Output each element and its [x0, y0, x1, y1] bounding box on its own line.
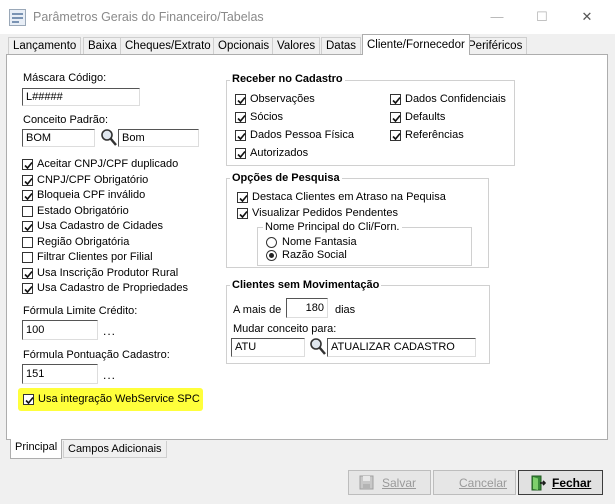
mudar-conceito-label: Mudar conceito para:	[233, 323, 337, 335]
fechar-label: Fechar	[552, 476, 592, 490]
formula-pontuacao-label: Fórmula Pontuação Cadastro:	[23, 349, 170, 361]
mudar-conceito-code-input[interactable]: ATU	[231, 338, 305, 357]
receber-option-a1-checkbox[interactable]	[235, 112, 246, 123]
formula-pontuacao-ellipsis-button[interactable]: ...	[103, 368, 116, 382]
left-option-0-checkbox[interactable]	[22, 159, 33, 170]
receber-option-b2-checkbox[interactable]	[390, 130, 401, 141]
pesquisa-group-title: Opções de Pesquisa	[230, 172, 342, 184]
left-option-5-checkbox[interactable]	[22, 236, 33, 248]
left-option-7-checkbox[interactable]	[22, 267, 33, 279]
nome-principal-title: Nome Principal do Cli/Forn.	[263, 221, 402, 233]
receber-option-a0-checkbox[interactable]	[235, 94, 246, 105]
cancelar-button[interactable]: Cancelar	[433, 470, 516, 495]
formula-limite-input[interactable]: 100	[22, 320, 98, 340]
left-option-0-label: Aceitar CNPJ/CPF duplicado	[37, 158, 179, 170]
tab-valores[interactable]: Valores	[272, 37, 321, 54]
receber-option-a1-label: Sócios	[250, 111, 284, 123]
receber-option-a3-label: Autorizados	[250, 147, 309, 159]
tab-datas[interactable]: Datas	[321, 37, 362, 54]
left-option-1-checkbox[interactable]	[22, 174, 33, 186]
dias-label: dias	[335, 304, 356, 316]
left-option-6-label: Filtrar Clientes por Filial	[37, 251, 153, 263]
conceito-padrao-code-input[interactable]: BOM	[22, 129, 95, 147]
conceito-padrao-label: Conceito Padrão:	[23, 114, 108, 126]
receber-option-b1-checkbox[interactable]	[390, 112, 401, 123]
fechar-button[interactable]: Fechar	[518, 470, 603, 495]
left-option-3-checkbox[interactable]	[22, 205, 33, 217]
left-option-4-checkbox[interactable]	[22, 221, 33, 232]
ws-spc-label: Usa integração WebService SPC	[38, 393, 200, 405]
receber-option-a2-label: Dados Pessoa Física	[250, 129, 354, 141]
exit-door-icon	[530, 475, 547, 494]
radio-razao-social[interactable]	[266, 250, 277, 261]
tab-campos-adicionais[interactable]: Campos Adicionais	[63, 441, 167, 458]
save-icon	[359, 475, 374, 493]
receber-group-title: Receber no Cadastro	[230, 73, 345, 85]
radio-nome-fantasia-label: Nome Fantasia	[282, 236, 357, 248]
mascara-codigo-label: Máscara Código:	[23, 72, 107, 84]
dias-input[interactable]: 180	[286, 298, 328, 318]
left-option-8-checkbox[interactable]	[22, 283, 33, 294]
left-option-6-checkbox[interactable]	[22, 252, 33, 263]
receber-option-b0-label: Dados Confidenciais	[405, 93, 506, 105]
receber-option-b1-label: Defaults	[405, 111, 446, 123]
pesquisa-option-1-label: Visualizar Pedidos Pendentes	[252, 207, 398, 219]
close-button[interactable]: ✕	[570, 6, 604, 28]
receber-option-b0-checkbox[interactable]	[390, 94, 401, 105]
left-option-2-label: Bloqueia CPF inválido	[37, 189, 146, 201]
mudar-conceito-desc-input: ATUALIZAR CADASTRO	[327, 338, 476, 357]
salvar-label: Salvar	[382, 476, 417, 490]
window-title: Parâmetros Gerais do Financeiro/Tabelas	[33, 10, 264, 24]
tab-principal[interactable]: Principal	[10, 439, 63, 459]
mascara-codigo-input[interactable]: L#####	[22, 88, 140, 106]
title-bar: Parâmetros Gerais do Financeiro/Tabelas …	[0, 0, 615, 34]
tab-cheques-extrato[interactable]: Cheques/Extrato	[120, 37, 216, 54]
formula-pontuacao-input[interactable]: 151	[22, 364, 98, 384]
receber-option-b2-label: Referências	[405, 129, 464, 141]
movimentacao-group-title: Clientes sem Movimentação	[230, 279, 382, 291]
left-option-2-checkbox[interactable]	[22, 190, 33, 201]
search-icon[interactable]	[99, 128, 119, 148]
cancelar-label: Cancelar	[459, 476, 508, 490]
left-option-3-label: Estado Obrigatório	[37, 204, 129, 217]
search-icon[interactable]	[308, 337, 328, 357]
ws-spc-checkbox[interactable]	[23, 394, 34, 405]
conceito-padrao-desc-input: Bom	[118, 129, 199, 147]
pesquisa-option-0-checkbox[interactable]	[237, 192, 248, 203]
pesquisa-option-1-checkbox[interactable]	[237, 208, 248, 219]
tab-perifericos[interactable]: Periféricos	[463, 37, 528, 54]
formula-limite-label: Fórmula Limite Crédito:	[23, 305, 138, 317]
receber-option-a2-checkbox[interactable]	[235, 130, 246, 141]
app-icon	[9, 9, 26, 26]
tab-baixa[interactable]: Baixa	[83, 37, 122, 54]
left-option-4-label: Usa Cadastro de Cidades	[37, 220, 163, 232]
maximize-button[interactable]: ☐	[525, 6, 559, 28]
minimize-button[interactable]: —	[480, 6, 514, 28]
left-option-5-label: Região Obrigatória	[37, 235, 130, 248]
radio-razao-social-label: Razão Social	[282, 249, 347, 261]
left-option-7-label: Usa Inscrição Produtor Rural	[37, 266, 179, 279]
tab-cliente-fornecedor[interactable]: Cliente/Fornecedor	[362, 34, 470, 55]
receber-option-a0-label: Observações	[250, 93, 315, 105]
pesquisa-option-0-label: Destaca Clientes em Atraso na Pequisa	[252, 191, 446, 203]
a-mais-de-label: A mais de	[233, 304, 282, 316]
left-option-1-label: CNPJ/CPF Obrigatório	[37, 173, 149, 186]
formula-limite-ellipsis-button[interactable]: ...	[103, 324, 116, 338]
tab-opcionais[interactable]: Opcionais	[213, 37, 275, 54]
tab-lancamento[interactable]: Lançamento	[8, 37, 82, 54]
receber-option-a3-checkbox[interactable]	[235, 148, 246, 159]
left-option-8-label: Usa Cadastro de Propriedades	[37, 282, 189, 294]
salvar-button[interactable]: Salvar	[348, 470, 431, 495]
radio-nome-fantasia[interactable]	[266, 237, 277, 248]
